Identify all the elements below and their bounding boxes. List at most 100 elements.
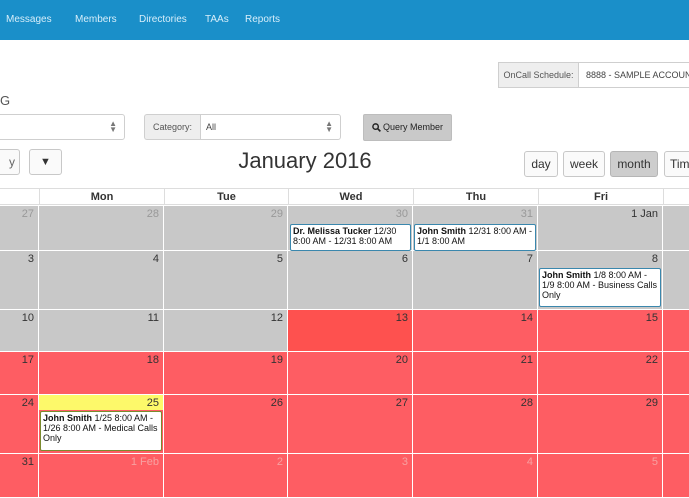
- day-cell[interactable]: 4: [413, 454, 538, 498]
- day-number: 19: [270, 354, 283, 366]
- day-cell[interactable]: 18: [39, 352, 164, 395]
- day-cell[interactable]: 3: [288, 454, 413, 498]
- day-cell[interactable]: 20: [288, 352, 413, 395]
- day-number: 10: [21, 312, 34, 324]
- oncall-event[interactable]: John Smith 1/8 8:00 AM - 1/9 8:00 AM - B…: [539, 268, 661, 307]
- nav-members[interactable]: Members: [75, 14, 117, 25]
- caret-down-icon: ▼: [40, 156, 51, 168]
- nav-reports[interactable]: Reports: [245, 14, 280, 25]
- day-cell[interactable]: [663, 454, 689, 498]
- day-cell[interactable]: 19: [164, 352, 288, 395]
- day-number: 1 Feb: [130, 456, 159, 468]
- day-cell[interactable]: [663, 206, 689, 251]
- day-cell[interactable]: [663, 251, 689, 310]
- day-highlight-strip: [39, 395, 163, 410]
- day-number: 18: [146, 354, 159, 366]
- day-cell[interactable]: 4: [39, 251, 164, 310]
- calendar-title: January 2016: [238, 148, 372, 173]
- day-cell[interactable]: 24: [0, 395, 39, 454]
- day-number: 25: [146, 397, 159, 409]
- view-week-button[interactable]: week: [563, 151, 605, 177]
- day-cell[interactable]: 2: [164, 454, 288, 498]
- day-cell[interactable]: 1 Jan: [538, 206, 663, 251]
- day-number: 7: [526, 253, 533, 265]
- day-cell[interactable]: 8 John Smith 1/8 8:00 AM - 1/9 8:00 AM -…: [538, 251, 663, 310]
- day-cell[interactable]: 1 Feb: [39, 454, 164, 498]
- day-number: 24: [21, 397, 34, 409]
- day-cell[interactable]: 22: [538, 352, 663, 395]
- dropdown-button[interactable]: ▼: [29, 149, 62, 175]
- member-select[interactable]: ▲ ▼: [0, 114, 125, 140]
- day-cell[interactable]: 15: [538, 310, 663, 352]
- day-header-wed: Wed: [288, 189, 413, 205]
- day-number: 29: [270, 208, 283, 220]
- oncall-event[interactable]: John Smith 12/31 8:00 AM - 1/1 8:00 AM: [414, 224, 536, 251]
- nav-taas[interactable]: TAAs: [205, 14, 229, 25]
- day-cell[interactable]: 29: [164, 206, 288, 251]
- day-cell[interactable]: 14: [413, 310, 538, 352]
- search-icon: [372, 123, 381, 132]
- query-member-label: Query Member: [382, 122, 444, 132]
- oncall-event[interactable]: John Smith 1/25 8:00 AM - 1/26 8:00 AM -…: [40, 411, 162, 451]
- today-button[interactable]: y: [0, 149, 20, 175]
- day-number: 15: [645, 312, 658, 324]
- view-timeline-button[interactable]: Tim: [664, 151, 689, 177]
- day-cell[interactable]: 26: [164, 395, 288, 454]
- nav-directories[interactable]: Directories: [139, 14, 187, 25]
- day-cell[interactable]: 3: [0, 251, 39, 310]
- day-number: 4: [152, 253, 159, 265]
- day-cell[interactable]: [663, 395, 689, 454]
- view-day-button[interactable]: day: [524, 151, 558, 177]
- day-cell[interactable]: 30 Dr. Melissa Tucker 12/30 8:00 AM - 12…: [288, 206, 413, 251]
- day-cell[interactable]: 28: [413, 395, 538, 454]
- day-number: 13: [395, 312, 408, 324]
- day-number: 28: [146, 208, 159, 220]
- day-cell[interactable]: 17: [0, 352, 39, 395]
- day-header-thu: Thu: [413, 189, 538, 205]
- nav-messages[interactable]: Messages: [6, 14, 52, 25]
- oncall-event[interactable]: Dr. Melissa Tucker 12/30 8:00 AM - 12/31…: [290, 224, 411, 251]
- day-number: 29: [645, 397, 658, 409]
- day-cell[interactable]: 27: [288, 395, 413, 454]
- day-cell[interactable]: 31: [0, 454, 39, 498]
- day-cell[interactable]: [663, 352, 689, 395]
- top-navbar: Messages Members Directories TAAs Report…: [0, 0, 689, 40]
- event-name: John Smith: [542, 270, 591, 280]
- day-number: 14: [520, 312, 533, 324]
- oncall-calendar-page: Messages Members Directories TAAs Report…: [0, 0, 689, 498]
- day-number: 22: [645, 354, 658, 366]
- day-cell[interactable]: 5: [538, 454, 663, 498]
- day-cell[interactable]: 10: [0, 310, 39, 352]
- day-number: 3: [27, 253, 34, 265]
- day-number: 4: [526, 456, 533, 468]
- day-number: 27: [395, 397, 408, 409]
- oncall-schedule-select[interactable]: 8888 - SAMPLE ACCOUNT: [578, 62, 689, 88]
- day-number: 31: [21, 456, 34, 468]
- query-member-button[interactable]: Query Member: [363, 114, 452, 141]
- day-number: 5: [651, 456, 658, 468]
- page-heading-fragment: G: [0, 93, 11, 108]
- day-cell[interactable]: 11: [39, 310, 164, 352]
- day-cell[interactable]: 5: [164, 251, 288, 310]
- day-cell[interactable]: 27: [0, 206, 39, 251]
- category-select[interactable]: All ▲ ▼: [200, 114, 341, 140]
- select-caret-icon: ▲ ▼: [325, 119, 333, 134]
- day-header-tue: Tue: [164, 189, 288, 205]
- day-number: 27: [21, 208, 34, 220]
- day-number: 2: [276, 456, 283, 468]
- day-cell-today[interactable]: 13: [288, 310, 413, 352]
- day-cell[interactable]: 29: [538, 395, 663, 454]
- day-cell[interactable]: 12: [164, 310, 288, 352]
- day-cell[interactable]: 7: [413, 251, 538, 310]
- select-caret-icon: ▲ ▼: [109, 119, 117, 134]
- day-cell[interactable]: 25 John Smith 1/25 8:00 AM - 1/26 8:00 A…: [39, 395, 164, 454]
- day-cell[interactable]: 6: [288, 251, 413, 310]
- day-cell[interactable]: 21: [413, 352, 538, 395]
- day-cell[interactable]: [663, 310, 689, 352]
- day-number: 20: [395, 354, 408, 366]
- day-number: 8: [651, 253, 658, 265]
- view-month-button[interactable]: month: [610, 151, 658, 177]
- day-cell[interactable]: 28: [39, 206, 164, 251]
- day-number: 11: [147, 312, 159, 324]
- day-cell[interactable]: 31 John Smith 12/31 8:00 AM - 1/1 8:00 A…: [413, 206, 538, 251]
